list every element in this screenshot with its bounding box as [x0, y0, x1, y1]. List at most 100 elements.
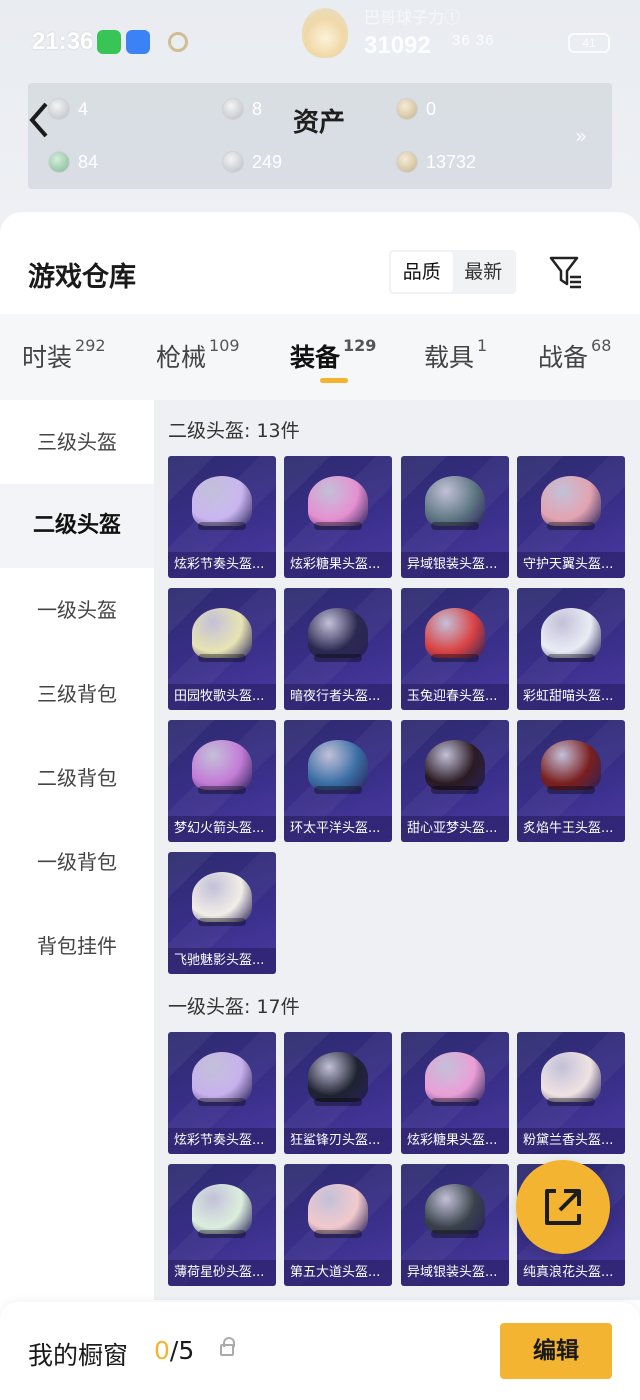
item-card[interactable]: 薄荷星砂头盔...	[168, 1164, 276, 1286]
item-card-label: 田园牧歌头盔...	[168, 684, 276, 710]
green-coin-icon	[48, 151, 70, 173]
item-card-label: 粉黛兰香头盔...	[517, 1128, 625, 1154]
battery-icon: 41	[568, 33, 610, 53]
item-card-label: 玉兔迎春头盔...	[401, 684, 509, 710]
helmet-icon	[541, 740, 601, 794]
panel-title: 游戏仓库	[28, 262, 136, 293]
item-card[interactable]: 玉兔迎春头盔...	[401, 588, 509, 710]
tab-label: 战备	[538, 343, 589, 372]
tab-equipment[interactable]: 装备 129	[290, 336, 376, 374]
item-card-label: 异域银装头盔...	[401, 552, 509, 578]
message-icon	[126, 30, 150, 54]
asset-value: 0	[426, 98, 437, 119]
item-card[interactable]: 狂鲨锋刃头盔...	[284, 1032, 392, 1154]
sidebar-item-backpack-charm[interactable]: 背包挂件	[0, 904, 154, 988]
edit-button[interactable]: 编辑	[500, 1323, 612, 1379]
sidebar-item-backpack-3[interactable]: 三级背包	[0, 652, 154, 736]
asset-item: 8	[222, 95, 262, 123]
tab-count: 68	[591, 336, 612, 355]
ticket-coin-icon	[48, 98, 70, 120]
gold-coin-icon	[396, 98, 418, 120]
tab-guns[interactable]: 枪械 109	[156, 336, 240, 374]
category-sidebar: 三级头盔 二级头盔 一级头盔 三级背包 二级背包 一级背包 背包挂件	[0, 400, 154, 1300]
item-card-label: 狂鲨锋刃头盔...	[284, 1128, 392, 1154]
item-card[interactable]: 炫彩糖果头盔...	[401, 1032, 509, 1154]
item-card-label: 薄荷星砂头盔...	[168, 1260, 276, 1286]
item-card-label: 梦幻火箭头盔...	[168, 816, 276, 842]
item-card-label: 炫彩节奏头盔...	[168, 1128, 276, 1154]
helmet-icon	[192, 872, 252, 926]
sidebar-item-backpack-2[interactable]: 二级背包	[0, 736, 154, 820]
tab-count: 292	[75, 336, 106, 355]
asset-item: 249	[222, 148, 282, 176]
sort-quality-button[interactable]: 品质	[391, 252, 453, 292]
item-card[interactable]: 异域银装头盔...	[401, 456, 509, 578]
tab-supplies[interactable]: 战备 68	[538, 336, 612, 374]
item-card[interactable]: 环太平洋头盔...	[284, 720, 392, 842]
tab-fashion[interactable]: 时装 292	[22, 336, 106, 374]
item-card[interactable]: 炫彩糖果头盔...	[284, 456, 392, 578]
item-card-label: 炫彩糖果头盔...	[401, 1128, 509, 1154]
item-card[interactable]: 炙焰牛王头盔...	[517, 720, 625, 842]
item-card-label: 异域银装头盔...	[401, 1260, 509, 1286]
item-card[interactable]: 炫彩节奏头盔...	[168, 456, 276, 578]
item-card-label: 暗夜行者头盔...	[284, 684, 392, 710]
tab-label: 时装	[22, 343, 73, 372]
sort-newest-button[interactable]: 最新	[453, 252, 515, 292]
item-card-label: 甜心亚梦头盔...	[401, 816, 509, 842]
helmet-icon	[541, 1052, 601, 1106]
sidebar-item-backpack-1[interactable]: 一级背包	[0, 820, 154, 904]
sidebar-item-helmet-2[interactable]: 二级头盔	[0, 484, 154, 568]
item-card[interactable]: 梦幻火箭头盔...	[168, 720, 276, 842]
item-card[interactable]: 甜心亚梦头盔...	[401, 720, 509, 842]
item-card[interactable]: 暗夜行者头盔...	[284, 588, 392, 710]
item-card-label: 彩虹甜喵头盔...	[517, 684, 625, 710]
lock-icon	[220, 1337, 235, 1356]
tab-label: 枪械	[156, 343, 207, 372]
helmet-icon	[308, 1052, 368, 1106]
asset-item: 0	[396, 95, 436, 123]
share-button[interactable]	[516, 1160, 610, 1254]
helmet-icon	[308, 740, 368, 794]
item-card[interactable]: 异域银装头盔...	[401, 1164, 509, 1286]
asset-value: 8	[252, 98, 263, 119]
item-card-label: 炫彩节奏头盔...	[168, 552, 276, 578]
helmet-icon	[425, 608, 485, 662]
helmet-icon	[192, 1052, 252, 1106]
tab-label: 载具	[424, 343, 475, 372]
helmet-icon	[192, 608, 252, 662]
asset-value: 13732	[426, 151, 477, 172]
asset-title: 资产	[293, 108, 346, 138]
helmet-icon	[192, 476, 252, 530]
flame-icon	[302, 8, 348, 58]
asset-value: 4	[78, 98, 89, 119]
top-area: 21:36 巴哥球子力① 31092 36 36 41 资产 4 8 0 84 …	[0, 0, 640, 240]
item-card-label: 第五大道头盔...	[284, 1260, 392, 1286]
filter-icon[interactable]	[548, 254, 584, 290]
item-card-label: 纯真浪花头盔...	[517, 1260, 625, 1286]
showcase-count: 0/5	[154, 1336, 194, 1365]
helmet-icon	[192, 740, 252, 794]
item-card[interactable]: 粉黛兰香头盔...	[517, 1032, 625, 1154]
item-card-label: 守护天翼头盔...	[517, 552, 625, 578]
asset-more-icon[interactable]: »	[575, 124, 587, 148]
network-indicator: 36 36	[452, 32, 495, 49]
item-card-label: 环太平洋头盔...	[284, 816, 392, 842]
item-card[interactable]: 彩虹甜喵头盔...	[517, 588, 625, 710]
tab-vehicles[interactable]: 载具 1	[424, 336, 487, 374]
item-card[interactable]: 炫彩节奏头盔...	[168, 1032, 276, 1154]
tab-label: 装备	[290, 343, 341, 372]
asset-value: 84	[78, 151, 99, 172]
item-card[interactable]: 第五大道头盔...	[284, 1164, 392, 1286]
asset-item: 13732	[396, 148, 476, 176]
item-card[interactable]: 守护天翼头盔...	[517, 456, 625, 578]
showcase-label: 我的橱窗	[28, 1341, 129, 1370]
active-tab-indicator	[320, 378, 348, 383]
asset-item: 4	[48, 95, 88, 123]
item-card[interactable]: 田园牧歌头盔...	[168, 588, 276, 710]
sidebar-item-helmet-1[interactable]: 一级头盔	[0, 568, 154, 652]
wechat-icon	[97, 30, 121, 54]
helmet-icon	[425, 740, 485, 794]
sidebar-item-helmet-3[interactable]: 三级头盔	[0, 400, 154, 484]
item-card[interactable]: 飞驰魅影头盔...	[168, 852, 276, 974]
